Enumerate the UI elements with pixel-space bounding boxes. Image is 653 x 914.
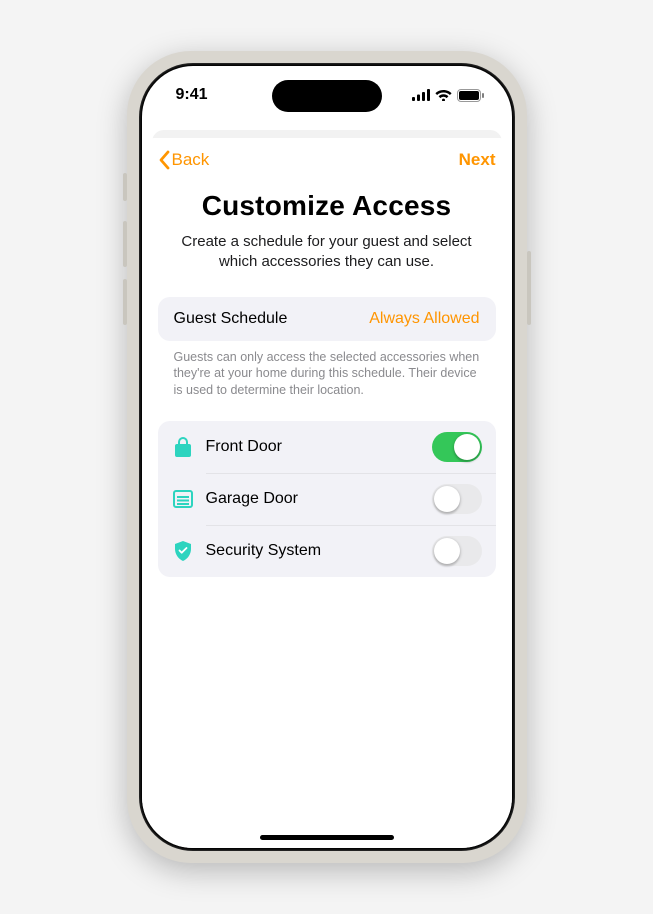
schedule-group: Guest Schedule Always Allowed bbox=[158, 297, 496, 341]
nav-bar: Back Next bbox=[142, 138, 512, 178]
accessory-label: Front Door bbox=[206, 438, 420, 456]
home-indicator[interactable] bbox=[260, 835, 394, 840]
back-button[interactable]: Back bbox=[158, 150, 210, 170]
volume-down-button[interactable] bbox=[123, 279, 127, 325]
guest-schedule-row[interactable]: Guest Schedule Always Allowed bbox=[158, 297, 496, 341]
wifi-icon bbox=[435, 89, 452, 101]
battery-icon bbox=[457, 89, 484, 102]
content-area: Customize Access Create a schedule for y… bbox=[142, 178, 512, 577]
phone-bezel: 9:41 bbox=[139, 63, 515, 851]
schedule-note: Guests can only access the selected acce… bbox=[158, 341, 496, 400]
modal-sheet: Back Next Customize Access Create a sche… bbox=[142, 138, 512, 848]
lock-icon bbox=[172, 436, 194, 458]
phone-screen: 9:41 bbox=[142, 66, 512, 848]
accessory-row-front-door: Front Door bbox=[158, 421, 496, 473]
accessory-list: Front Door Garage Door bbox=[158, 421, 496, 577]
shield-icon bbox=[172, 540, 194, 562]
accessory-toggle-garage-door[interactable] bbox=[432, 484, 482, 514]
next-button[interactable]: Next bbox=[459, 150, 496, 170]
dynamic-island bbox=[272, 80, 382, 112]
status-time: 9:41 bbox=[176, 86, 208, 104]
accessory-toggle-security-system[interactable] bbox=[432, 536, 482, 566]
status-right bbox=[412, 89, 484, 102]
power-button[interactable] bbox=[527, 251, 531, 325]
volume-up-button[interactable] bbox=[123, 221, 127, 267]
chevron-left-icon bbox=[158, 150, 170, 170]
schedule-value: Always Allowed bbox=[369, 310, 479, 328]
accessory-row-garage-door: Garage Door bbox=[158, 473, 496, 525]
phone-frame: 9:41 bbox=[127, 51, 527, 863]
back-label: Back bbox=[172, 150, 210, 170]
accessory-toggle-front-door[interactable] bbox=[432, 432, 482, 462]
accessory-label: Garage Door bbox=[206, 490, 420, 508]
page-title: Customize Access bbox=[158, 190, 496, 222]
page-subtitle: Create a schedule for your guest and sel… bbox=[176, 232, 478, 273]
cellular-icon bbox=[412, 89, 430, 101]
silence-switch[interactable] bbox=[123, 173, 127, 201]
accessory-row-security-system: Security System bbox=[158, 525, 496, 577]
schedule-label: Guest Schedule bbox=[174, 310, 288, 328]
accessory-label: Security System bbox=[206, 542, 420, 560]
garage-icon bbox=[172, 488, 194, 510]
